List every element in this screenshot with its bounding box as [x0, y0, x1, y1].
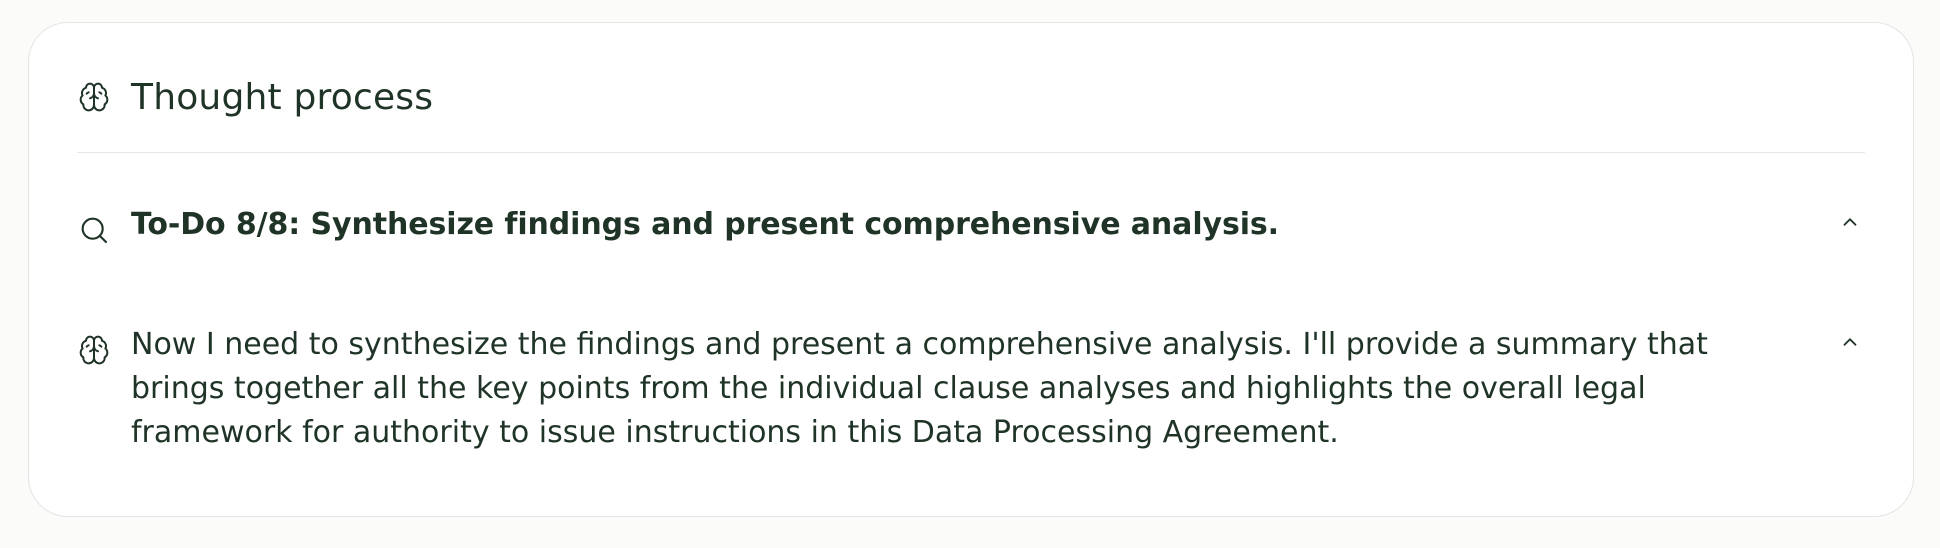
brain-icon — [77, 333, 111, 367]
thought-step-text: Now I need to synthesize the findings an… — [131, 327, 1708, 450]
todo-step[interactable]: To-Do 8/8: Synthesize findings and prese… — [77, 203, 1865, 247]
brain-icon — [77, 80, 111, 114]
search-icon — [77, 213, 111, 247]
chevron-up-icon[interactable] — [1835, 327, 1865, 357]
panel-header: Thought process — [77, 75, 433, 119]
todo-step-text: To-Do 8/8: Synthesize findings and prese… — [131, 207, 1279, 242]
chevron-up-icon[interactable] — [1835, 207, 1865, 237]
thought-process-panel: Thought process To-Do 8/8: Synthesize fi… — [28, 22, 1914, 517]
header-divider — [77, 152, 1865, 153]
panel-title: Thought process — [131, 76, 434, 118]
thought-step[interactable]: Now I need to synthesize the findings an… — [77, 323, 1865, 455]
